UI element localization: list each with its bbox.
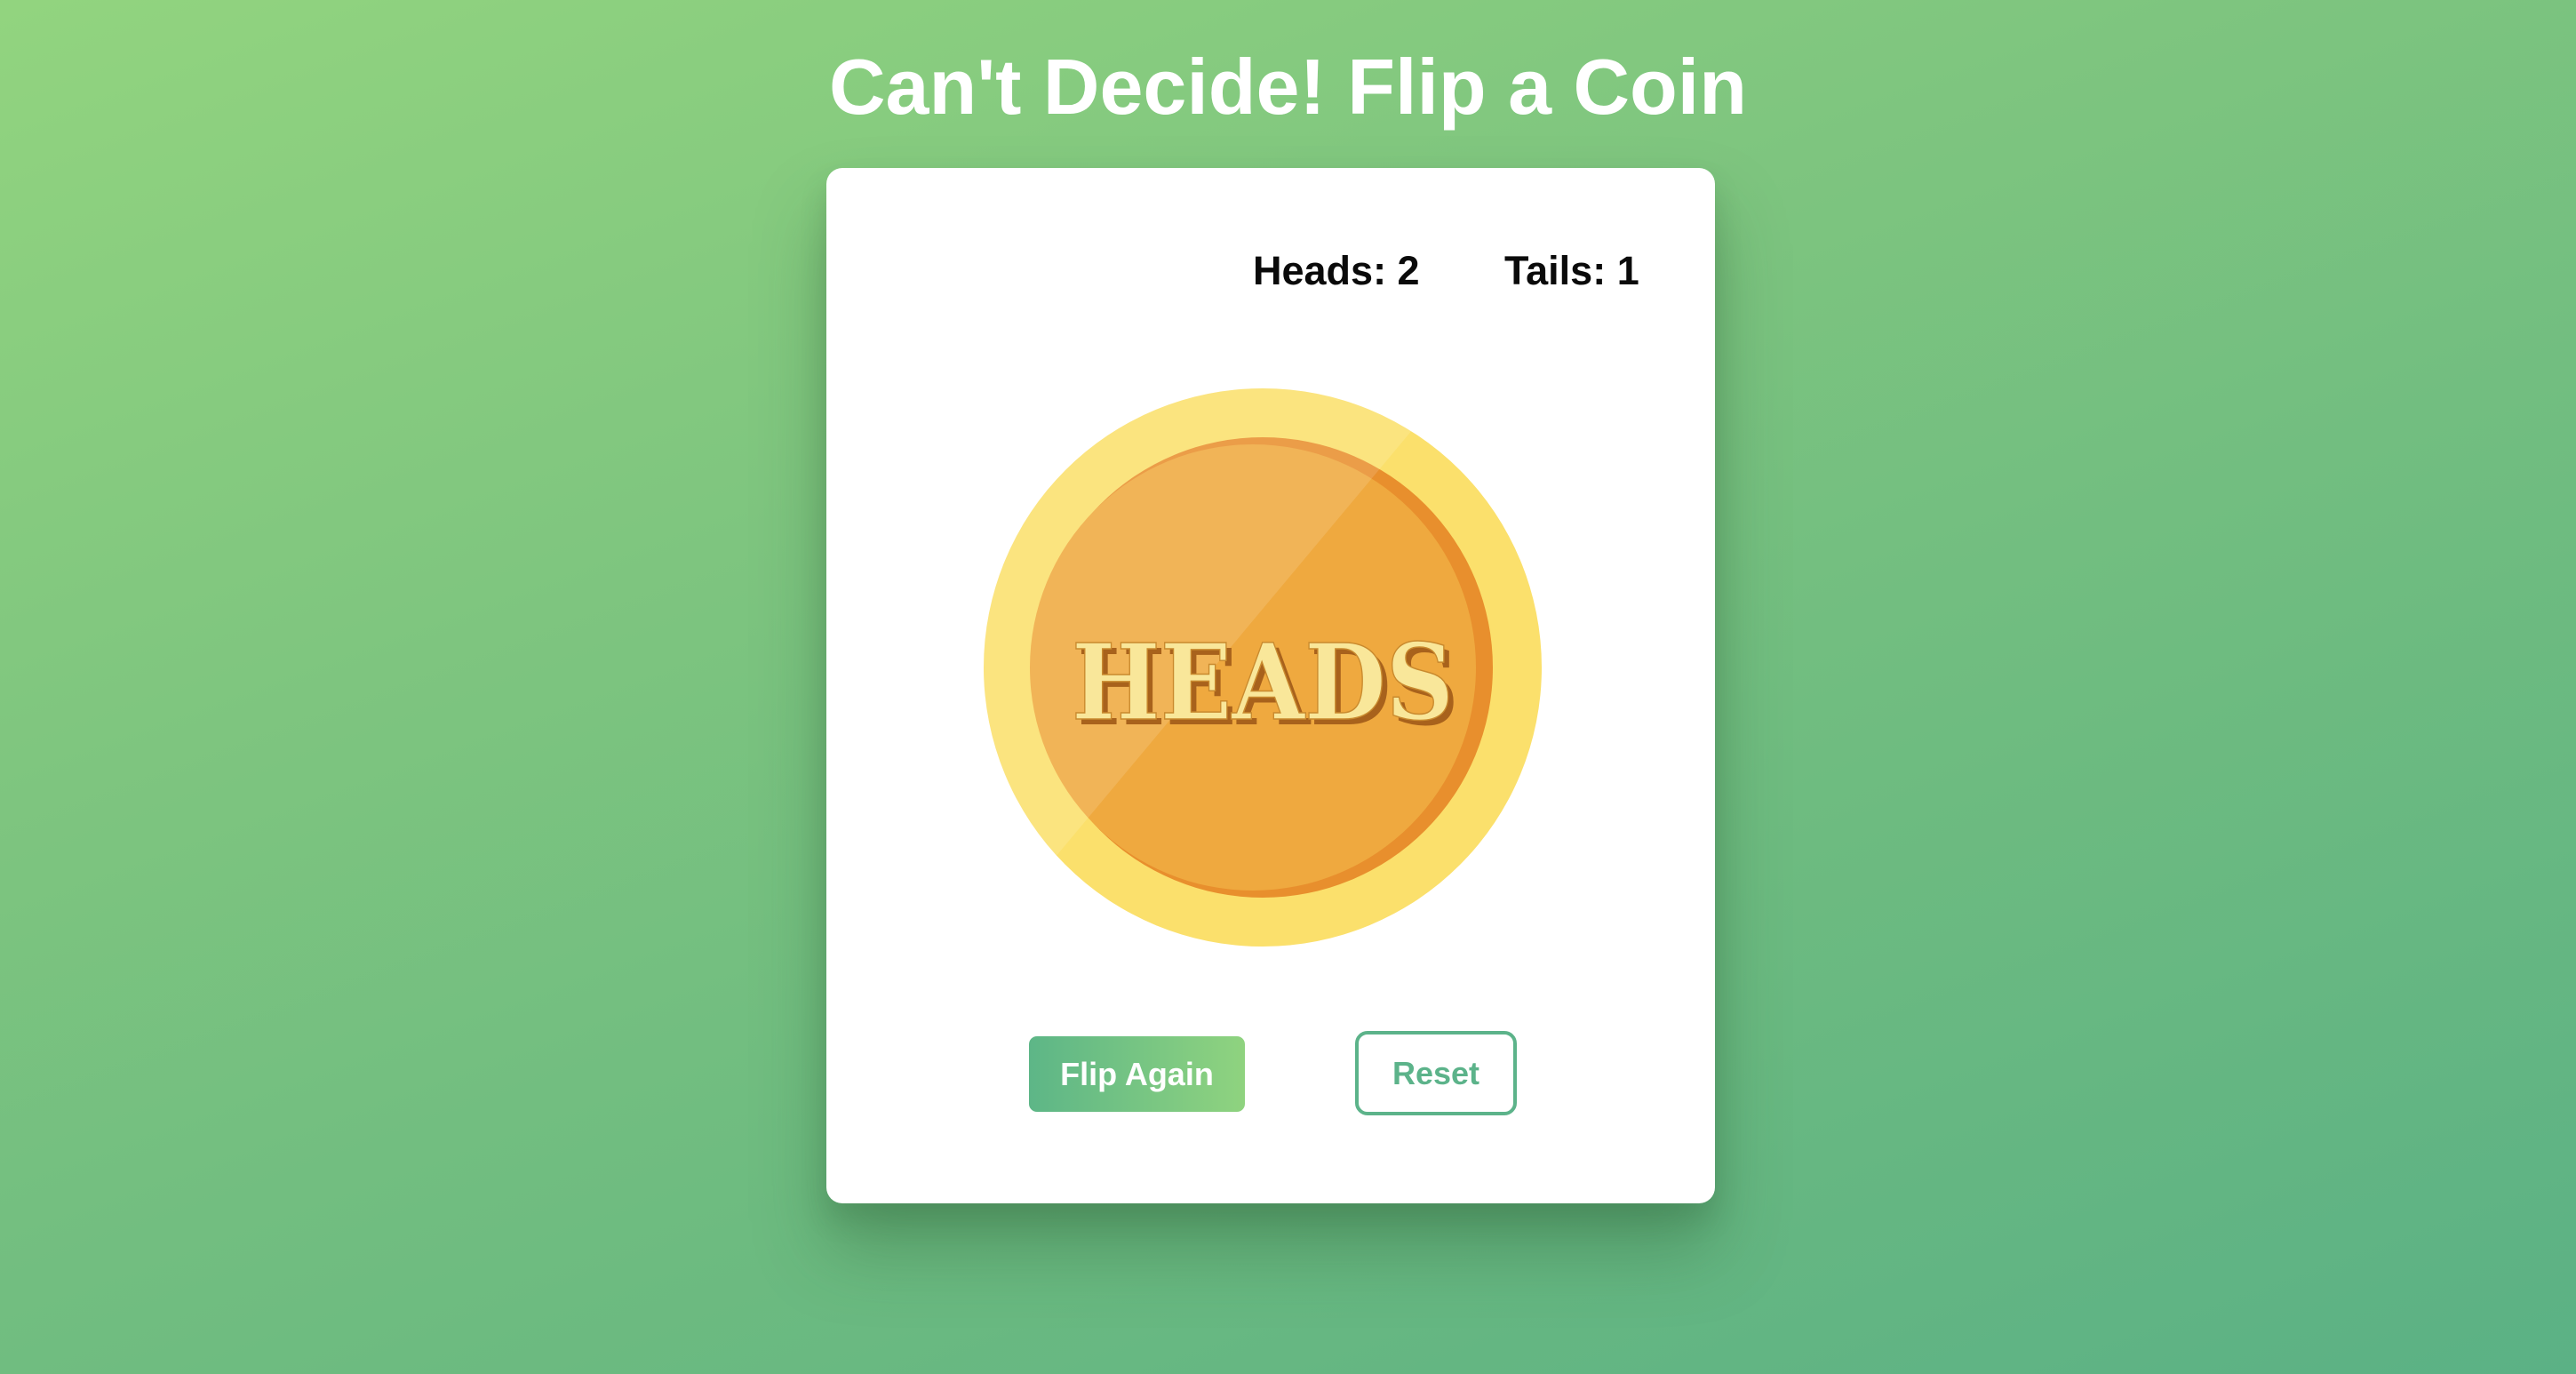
coin-face-text: HEADS (1072, 620, 1454, 744)
tails-count: Tails: 1 (1504, 248, 1639, 293)
coin-icon: HEADS HEADS (983, 387, 1543, 947)
coin-flip-card: Heads: 2 Tails: 1 HEADS HEADS Flip Again… (826, 168, 1715, 1203)
heads-count: Heads: 2 (1253, 248, 1420, 293)
page-title: Can't Decide! Flip a Coin (828, 43, 1747, 131)
reset-button[interactable]: Reset (1355, 1031, 1517, 1115)
flip-again-button[interactable]: Flip Again (1029, 1036, 1245, 1112)
